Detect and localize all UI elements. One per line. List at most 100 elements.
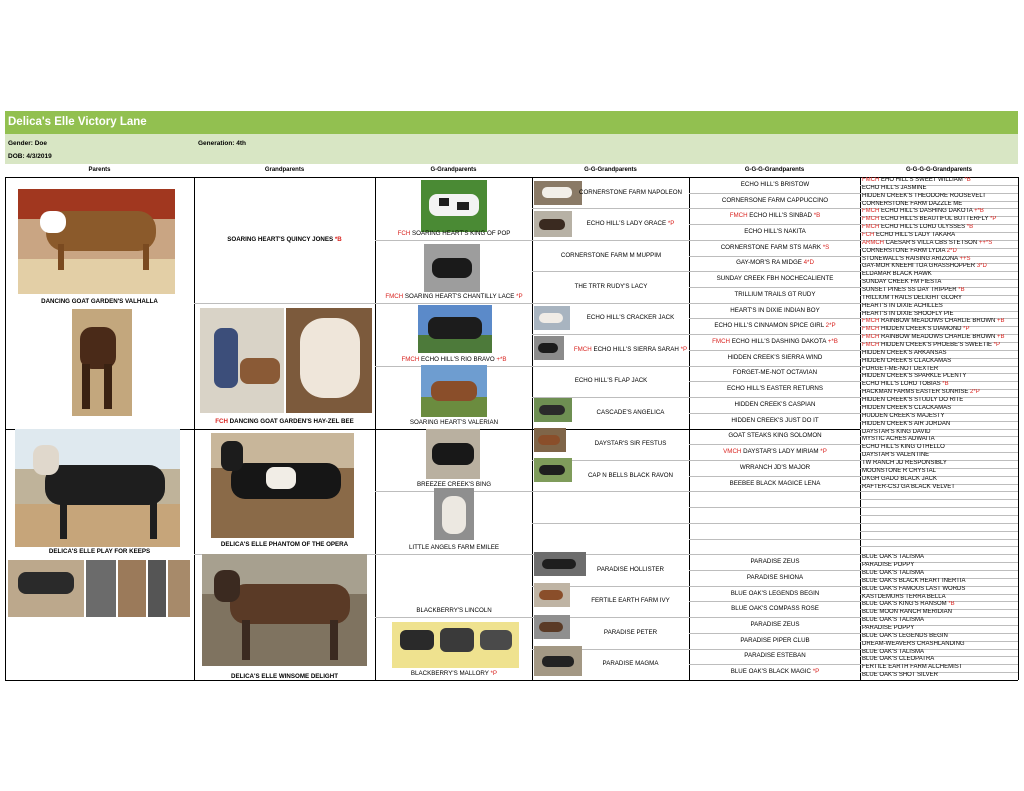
g5-name (861, 491, 1018, 499)
grid-row-line (532, 491, 689, 492)
animal-name: RAFTER-CSJ GA BLACK VELVET (862, 483, 955, 490)
animal-name: ECHO HILL'S CINNAMON SPICE GIRL (714, 322, 824, 330)
g4-name: ECHO HILL'S BRISTOW (690, 181, 860, 189)
g5-name: BLUE OAK'S TALISMA (861, 649, 1018, 657)
g5-name: FMCH ECHO HILL'S DASHING DAKOTA +*B (861, 208, 1018, 216)
title-prefix: FMCH (385, 292, 404, 300)
g5-name: BLUE OAK'S TALISMA (861, 617, 1018, 625)
animal-name: PARADISE PETER (603, 628, 658, 636)
g4-name: HEART'S IN DIXIE INDIAN BOY (690, 307, 860, 315)
animal-name: DREAM-WEAVERS CRASHLANDING (862, 640, 965, 647)
col-header-gg-grandparents: G-G-Grandparents (584, 167, 637, 173)
animal-name: FORGET-ME-NOT DEXTER (862, 365, 939, 372)
grid-row-line (532, 208, 689, 209)
ggp-4-photo (421, 365, 487, 417)
g5-name: BLUE OAK'S SHOT SILVER (861, 672, 1018, 680)
animal-name: BEEBEE BLACK MAGICE LENA (729, 479, 821, 487)
animal-name: ECHO HILL'S BEAUTIFUL BUTTERFLY (879, 216, 989, 223)
grid-row-line (532, 303, 689, 304)
g5-name: FMCH ECHO HILL'S BEAUTIFUL BUTTERFLY *P (861, 216, 1018, 224)
g4-name: WRRANCH JD'S MAJOR (690, 464, 860, 472)
g5-name: FERTILE EARTH FARM ALCHEMIST (861, 664, 1018, 672)
g3-name: CASCADE'S ANGELICA (572, 409, 689, 417)
g3-name: PARADISE PETER (572, 629, 689, 637)
title-suffix: +*B (825, 338, 838, 346)
g4-name: TRILLIUM TRAILS GT RUDY (690, 291, 860, 299)
g5-name: HACKMAN FARMS EASTER SUNRISE 2*P (861, 389, 1018, 397)
sire-name: DANCING GOAT GARDEN'S VALHALLA (41, 298, 158, 305)
title-prefix: FMCH (712, 338, 731, 346)
g5-name: FCH ECHO HILL'S LADY TAKARA (861, 232, 1018, 240)
grid-row-line (689, 318, 860, 319)
animal-name: DAYSTAR'S KING DAVID (862, 428, 931, 435)
g5-name: KASTDEMURS TERRA BELLA (861, 594, 1018, 602)
g4-name: BLUE OAK'S COMPASS ROSE (690, 605, 860, 613)
g4-name: PARADISE ESTEBAN (690, 652, 860, 660)
animal-name: BLUE OAK'S COMPASS ROSE (731, 605, 819, 613)
animal-name: HEART'S IN DIXIE ACHILLES (862, 302, 943, 309)
title-prefix: FCH (862, 232, 875, 239)
title-suffix: *P (514, 292, 523, 300)
g4-name: BLUE OAK'S BLACK MAGIC *P (690, 668, 860, 676)
animal-name: HIDDEN CREEK'S CLACKAMAS (862, 357, 952, 364)
grid-row-line (689, 444, 860, 445)
grid-row-line (689, 570, 860, 571)
g5-name: FMCH HIDDEN CREEK'S PHOEBE'S SWEETIE *P (861, 342, 1018, 350)
dob-label: DOB: 4/3/2019 (8, 153, 52, 160)
animal-name: KASTDEMURS TERRA BELLA (862, 593, 946, 600)
ggp-6-photo (434, 488, 474, 540)
g5-name: DAYSTAR'S KING DAVID (861, 429, 1018, 437)
grandparent-1: SOARING HEART'S QUINCY JONES *B (227, 236, 342, 243)
g4-name: PARADISE ZEUS (690, 558, 860, 566)
ggp-8-photo (392, 622, 519, 668)
animal-name: BLUE OAK'S TALISMA (862, 617, 924, 624)
ggp-name: FMCH SOARING HEART'S CHANTILLY LACE *P (376, 293, 532, 301)
g5-name: ECHO HILL'S JASMINE (861, 185, 1018, 193)
animal-name: THE TRTR RUDY'S LACY (574, 283, 648, 291)
animal-name: ECHO HILL'S LADY TAKARA (874, 232, 956, 239)
animal-name: CAP N BELLS BLACK RAVON (587, 471, 674, 479)
g3-photo-6 (534, 336, 564, 360)
grid-row-line (532, 334, 689, 335)
animal-name: DAYSTAR'S VALENTINE (862, 452, 930, 459)
title-prefix: VMCH (723, 448, 742, 456)
title-suffix: *P (811, 668, 820, 676)
grid-row-line (689, 649, 860, 650)
g4-name: FMCH ECHO HILL'S DASHING DAKOTA +*B (690, 338, 860, 346)
animal-name: HIDDEN CREEK'S AIR JORDAN (862, 420, 951, 427)
g4-name: GAY-MOR'S RA MIDGE 4*D (690, 259, 860, 267)
grandparent-3-photo (211, 433, 354, 538)
animal-name: WRRANCH JD'S MAJOR (739, 463, 811, 471)
animal-name: FORGET-ME-NOT OCTAVIAN (732, 369, 818, 377)
animal-name: CORNERSTONE FARM NAPOLEON (578, 188, 683, 196)
animal-name: HIDDEN CREEK'S ARKANSAS (862, 349, 947, 356)
animal-name: STONEWALL'S RAISING ARIZONA (862, 255, 958, 262)
title-suffix: *P (818, 448, 827, 456)
animal-name: CORNERSTONE FARM M MUPPIM (560, 251, 662, 259)
animal-name: PARADISE ESTEBAN (744, 652, 806, 660)
g3-name: PARADISE MAGMA (572, 660, 689, 668)
grid-row-line (689, 303, 860, 304)
animal-name: PARADISE ZEUS (750, 620, 800, 628)
g5-name: PARADISE POPPY (861, 625, 1018, 633)
title-prefix: FMCH (862, 216, 880, 223)
g3-photo-10 (534, 458, 572, 482)
g4-name: CORNERSONE FARM CAPPUCCINO (690, 197, 860, 205)
animal-name: ECHO HILL'S NAKITA (744, 228, 806, 236)
grid-row-line (689, 476, 860, 477)
animal-name: TRILLIUM TRAILS DELIGHT GLORY (862, 294, 963, 301)
info-bar: Gender: Doe Generation: 4th DOB: 4/3/201… (5, 134, 1018, 164)
animal-name: TW RANCH JD RESPONSIBLY (862, 459, 947, 466)
g5-name: MOONSTONE R CRYSTAL (861, 468, 1018, 476)
animal-name: HIDDEN CREEK'S CLACKAMAS (862, 404, 952, 411)
g4-name: PARADISE ZEUS (690, 621, 860, 629)
animal-name: SUNSET PINES SS DAY TRIPPER (862, 287, 957, 294)
title-suffix: *S (821, 243, 830, 251)
grid-row-line (689, 381, 860, 382)
animal-name: TRILLIUM TRAILS GT RUDY (734, 290, 816, 298)
col-header-ggg-grandparents: G-G-G-Grandparents (744, 167, 805, 173)
title-suffix: 3*D (975, 263, 987, 270)
dam-photo-strip (8, 560, 190, 617)
title-suffix: +B (995, 318, 1005, 325)
title-suffix: *P (666, 220, 675, 228)
